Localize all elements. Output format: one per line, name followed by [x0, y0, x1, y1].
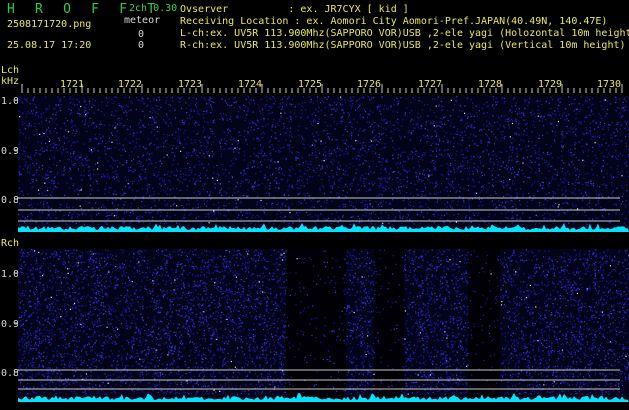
- rch-gap-band: [374, 249, 404, 402]
- rch-spectrogram: [18, 249, 629, 402]
- rch-gap-band: [286, 249, 346, 402]
- spectrogram-canvas: [14, 84, 629, 402]
- lch-spectrogram: [18, 96, 629, 232]
